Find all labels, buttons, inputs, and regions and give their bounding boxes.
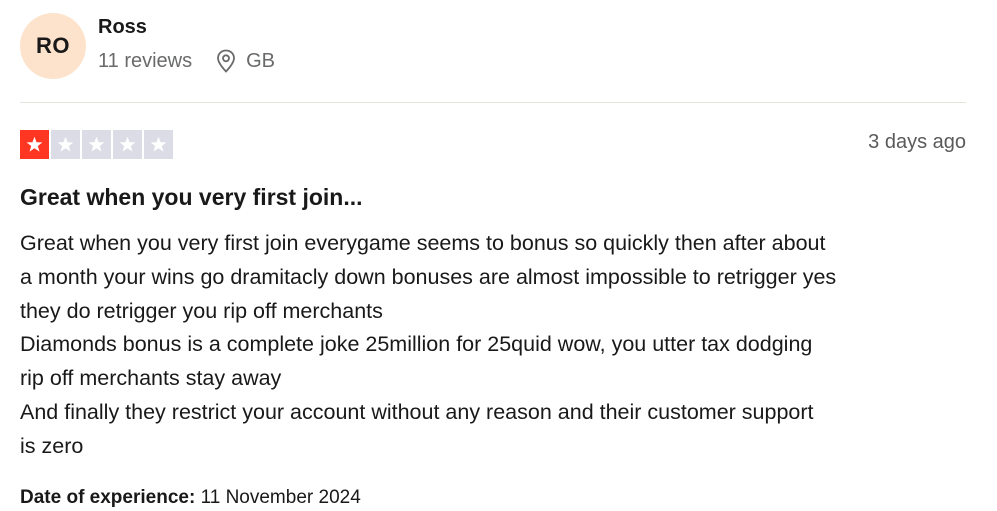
review-body-line: rip off merchants stay away [20,366,282,391]
reviewer-meta: 11 reviews GB [98,49,275,73]
review-title[interactable]: Great when you very first join... [20,184,363,211]
experience-date: 11 November 2024 [200,487,361,508]
star-filled-icon [20,130,49,159]
star-empty-icon [82,130,111,159]
star-rating [20,130,173,159]
reviewer-location: GB [246,49,276,72]
star-empty-icon [51,130,80,159]
review-body-line: a month your wins go dramitacly down bon… [20,264,837,289]
divider [20,102,966,103]
experience-label: Date of experience: [20,487,196,508]
review-body-line: is zero [20,433,84,458]
reviewer-name[interactable]: Ross [98,16,147,39]
review-body-line: And finally they restrict your account w… [20,399,814,424]
avatar[interactable]: RO [20,13,86,79]
reviews-count: 11 reviews [98,49,193,72]
review-body-line: Diamonds bonus is a complete joke 25mill… [20,332,813,357]
review-body-line: Great when you very first join everygame… [20,231,826,255]
date-of-experience: Date of experience: 11 November 2024 [20,487,361,509]
review-body-line: they do retrigger you rip off merchants [20,298,383,323]
star-empty-icon [144,130,173,159]
location-pin-icon [216,49,236,73]
review-body: Great when you very first join everygame… [20,227,975,464]
star-empty-icon [113,130,142,159]
review-timestamp: 3 days ago [868,131,966,153]
